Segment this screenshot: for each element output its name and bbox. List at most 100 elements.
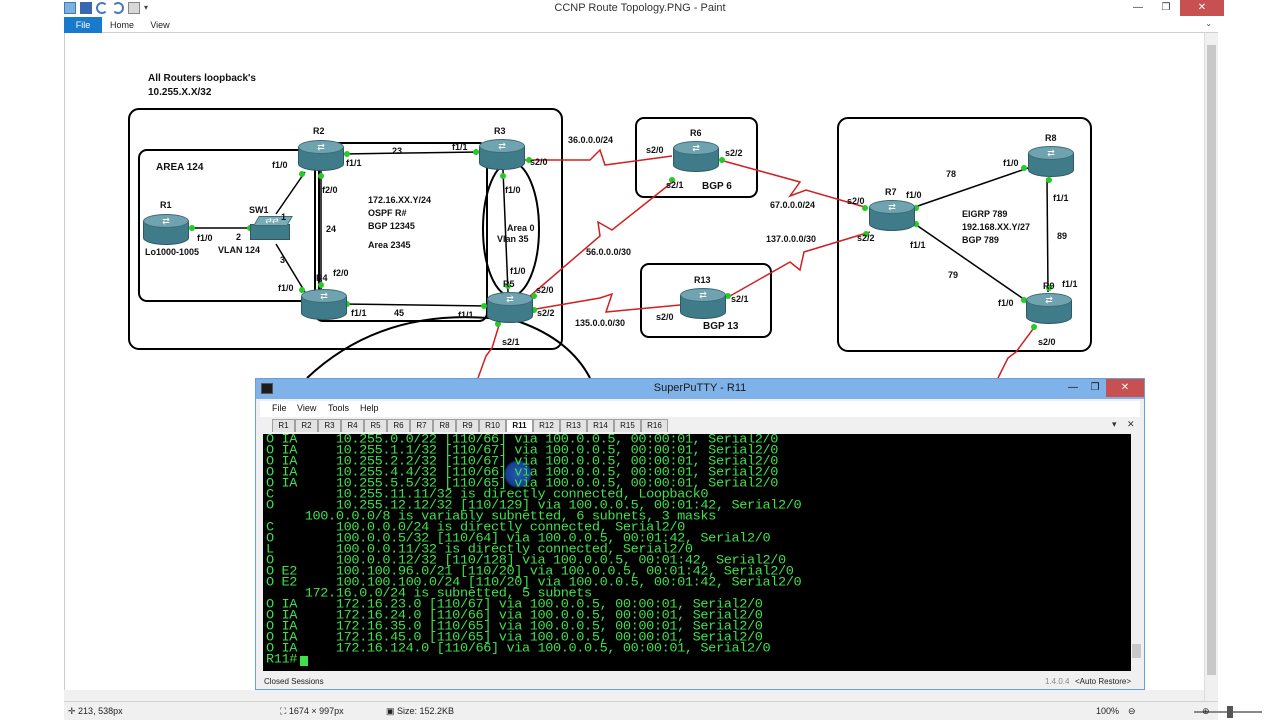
router-r4[interactable]: ⇄ bbox=[301, 289, 347, 320]
sw1-port2-label: 2 bbox=[236, 232, 242, 242]
cursor-position: ✛ 213, 538px bbox=[68, 706, 123, 716]
r5-s22-label: s2/2 bbox=[537, 308, 555, 318]
tab-list-icon[interactable]: ▾ bbox=[1112, 419, 1117, 430]
router-r7[interactable]: ⇄ bbox=[869, 200, 915, 231]
close-tab-icon[interactable]: ✕ bbox=[1127, 419, 1135, 430]
r11-area-arc bbox=[306, 316, 591, 379]
link-r2-r3 bbox=[341, 151, 481, 155]
menu-tools[interactable]: Tools bbox=[328, 403, 349, 413]
r9-f11-label: f1/1 bbox=[1062, 279, 1078, 289]
zoom-out-icon[interactable]: ⊖ bbox=[1128, 706, 1136, 717]
putty-close-button[interactable]: ✕ bbox=[1106, 379, 1144, 397]
terminal-line: O IA 172.16.124.0 [110/66] via 100.0.0.5… bbox=[266, 642, 771, 657]
r3-f11-label: f1/1 bbox=[452, 142, 468, 152]
session-tab-r12[interactable]: R12 bbox=[533, 419, 560, 432]
r8-f11-label: f1/1 bbox=[1053, 193, 1069, 203]
router-r1[interactable]: ⇄ bbox=[143, 214, 189, 245]
r7-f10-label: f1/0 bbox=[906, 190, 922, 200]
menu-view[interactable]: View bbox=[297, 403, 316, 413]
router-r3[interactable]: ⇄ bbox=[479, 139, 525, 170]
closed-sessions-label[interactable]: Closed Sessions bbox=[264, 677, 324, 686]
session-tabs: ▾ ✕ R1 R2 R3 R4 R5 R6 R7 R8 R9 R10 R11 R12 R13 R14 R15… bbox=[260, 419, 1140, 433]
session-tab-r2[interactable]: R2 bbox=[295, 419, 318, 432]
router-r13[interactable]: ⇄ bbox=[680, 288, 726, 319]
zoom-level: 100% bbox=[1096, 706, 1120, 716]
canvas-horizontal-scrollbar[interactable] bbox=[64, 690, 1204, 701]
superputty-menubar: File View Tools Help bbox=[260, 401, 1140, 417]
bgp789-label: BGP 789 bbox=[962, 235, 999, 245]
r8-f10-label: f1/0 bbox=[1003, 158, 1019, 168]
link-r7-r9 bbox=[911, 221, 1029, 303]
r5-f11-label: f1/1 bbox=[458, 310, 474, 320]
canvas-vertical-scrollbar[interactable] bbox=[1204, 33, 1218, 701]
eigrp-net-label: 192.168.XX.Y/27 bbox=[962, 222, 1031, 232]
superputty-window-controls: — ❐ ✕ bbox=[1062, 379, 1144, 397]
image-dimensions-value: 1674 × 997px bbox=[288, 706, 344, 716]
router-r9[interactable]: ⇄ bbox=[1026, 293, 1072, 324]
vertical-scroll-thumb[interactable] bbox=[1207, 45, 1216, 675]
superputty-title: SuperPuTTY - R11 bbox=[653, 382, 747, 394]
net67-label: 67.0.0.0/24 bbox=[770, 200, 816, 210]
r9-label: R9 bbox=[1043, 281, 1055, 291]
sw1-port3-label: 3 bbox=[280, 255, 286, 265]
link-78-label: 78 bbox=[946, 169, 957, 179]
link-45-label: 45 bbox=[394, 308, 405, 318]
session-tab-r6[interactable]: R6 bbox=[387, 419, 410, 432]
r6-s22-label: s2/2 bbox=[725, 148, 743, 158]
router-r2[interactable]: ⇄ bbox=[298, 140, 344, 171]
link-r8-r9 bbox=[1046, 177, 1049, 293]
auto-restore-label[interactable]: <Auto Restore> bbox=[1075, 677, 1131, 686]
session-tab-r1[interactable]: R1 bbox=[272, 419, 295, 432]
r1-f10-label: f1/0 bbox=[197, 233, 213, 243]
menu-help[interactable]: Help bbox=[360, 403, 379, 413]
zoom-in-icon[interactable]: ⊕ bbox=[1202, 706, 1210, 717]
session-tab-r9[interactable]: R9 bbox=[456, 419, 479, 432]
router-r8[interactable]: ⇄ bbox=[1028, 146, 1074, 177]
session-tab-r14[interactable]: R14 bbox=[587, 419, 614, 432]
net137-label: 137.0.0.0/30 bbox=[766, 234, 817, 244]
session-tab-r11[interactable]: R11 bbox=[506, 419, 533, 432]
session-tab-r4[interactable]: R4 bbox=[341, 419, 364, 432]
session-tab-r16[interactable]: R16 bbox=[641, 419, 668, 432]
version-label: 1.4.0.4 bbox=[1045, 677, 1070, 686]
session-tab-r8[interactable]: R8 bbox=[433, 419, 456, 432]
r6-s20-label: s2/0 bbox=[646, 145, 664, 155]
putty-minimize-button[interactable]: — bbox=[1062, 379, 1084, 397]
router-r5[interactable]: ⇄ bbox=[487, 292, 533, 323]
putty-restore-button[interactable]: ❐ bbox=[1084, 379, 1106, 397]
router-r6[interactable]: ⇄ bbox=[673, 141, 719, 172]
paint-statusbar: ✛ 213, 538px ⛶ 1674 × 997px ▣ Size: 152.… bbox=[64, 701, 1262, 720]
link-23-label: 23 bbox=[392, 146, 403, 156]
terminal-scroll-thumb[interactable] bbox=[1132, 644, 1141, 658]
r5-f10-label: f1/0 bbox=[510, 266, 526, 276]
r4-f20-label: f2/0 bbox=[333, 268, 349, 278]
r2-f11-label: f1/1 bbox=[346, 158, 362, 168]
r4-f11-label: f1/1 bbox=[351, 308, 367, 318]
session-tab-r5[interactable]: R5 bbox=[364, 419, 387, 432]
r13-label: R13 bbox=[694, 275, 711, 285]
r8-label: R8 bbox=[1045, 133, 1057, 143]
session-tab-r3[interactable]: R3 bbox=[318, 419, 341, 432]
vlan124-label: VLAN 124 bbox=[218, 245, 261, 255]
sw1-label: SW1 bbox=[249, 205, 269, 215]
superputty-window: SuperPuTTY - R11 — ❐ ✕ File View Tools H… bbox=[255, 378, 1145, 690]
session-tab-r7[interactable]: R7 bbox=[410, 419, 433, 432]
terminal-scrollbar[interactable] bbox=[1131, 434, 1142, 671]
link-r4-r5 bbox=[341, 303, 489, 307]
menu-file[interactable]: File bbox=[272, 403, 287, 413]
session-tab-r15[interactable]: R15 bbox=[614, 419, 641, 432]
link-79-label: 79 bbox=[948, 270, 959, 280]
r4-f10-label: f1/0 bbox=[278, 283, 294, 293]
net36-label: 36.0.0.0/24 bbox=[568, 135, 614, 145]
session-tab-r10[interactable]: R10 bbox=[479, 419, 506, 432]
link-89-label: 89 bbox=[1057, 231, 1068, 241]
link-24-label: 24 bbox=[326, 224, 337, 234]
loopback-note-line2: 10.255.X.X/32 bbox=[148, 87, 212, 98]
core-net-label: 172.16.XX.Y/24 bbox=[368, 195, 432, 205]
session-tab-r13[interactable]: R13 bbox=[560, 419, 587, 432]
terminal[interactable]: O IA 10.255.0.0/22 [110/66] via 100.0.0.… bbox=[263, 434, 1131, 671]
file-size-value: Size: 152.2KB bbox=[397, 706, 455, 716]
r3-label: R3 bbox=[494, 126, 506, 136]
r9-f10-label: f1/0 bbox=[998, 298, 1014, 308]
zoom-slider-knob[interactable] bbox=[1227, 706, 1233, 718]
